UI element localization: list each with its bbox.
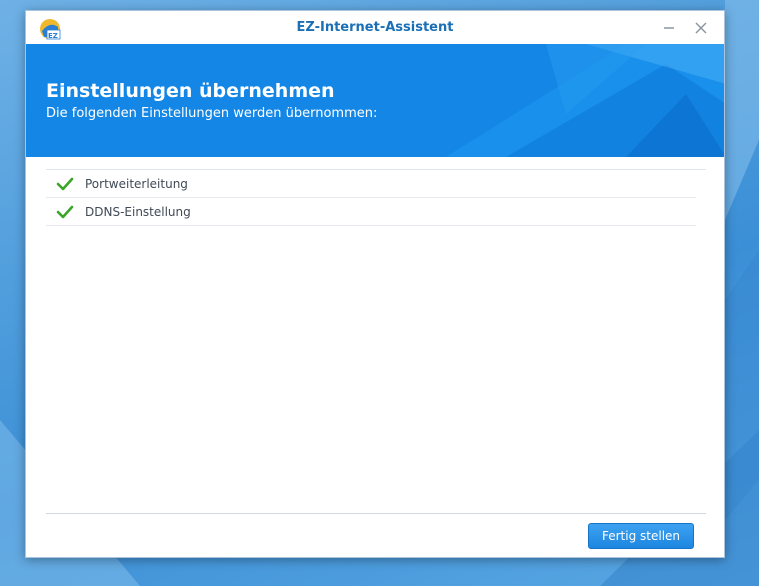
header-banner: Einstellungen übernehmen Die folgenden E…	[26, 44, 724, 157]
minimize-button[interactable]	[658, 17, 680, 39]
window-titlebar[interactable]: EZ EZ-Internet-Assistent	[26, 11, 724, 44]
list-item-label: Portweiterleitung	[85, 177, 188, 191]
content-area: Portweiterleitung DDNS-Einstellung	[26, 157, 724, 557]
wizard-window: EZ EZ-Internet-Assistent Einstellungen ü…	[25, 10, 725, 558]
close-icon	[695, 22, 707, 34]
finish-button[interactable]: Fertig stellen	[588, 523, 694, 549]
minimize-icon	[664, 27, 674, 29]
close-button[interactable]	[690, 17, 712, 39]
settings-list: Portweiterleitung DDNS-Einstellung	[46, 170, 696, 226]
check-icon	[56, 205, 74, 219]
window-title: EZ-Internet-Assistent	[296, 20, 454, 35]
footer-divider	[46, 513, 706, 514]
check-icon	[56, 177, 74, 191]
list-item-label: DDNS-Einstellung	[85, 205, 191, 219]
list-item-portforwarding: Portweiterleitung	[46, 170, 696, 198]
list-item-ddns: DDNS-Einstellung	[46, 198, 696, 226]
page-subtitle: Die folgenden Einstellungen werden übern…	[46, 106, 378, 121]
page-title: Einstellungen übernehmen	[46, 80, 335, 102]
